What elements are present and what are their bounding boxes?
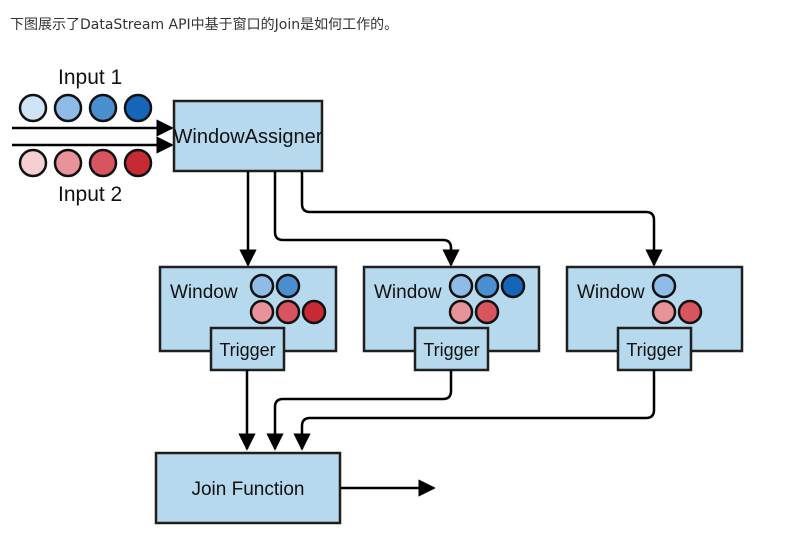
input-2-element-4 bbox=[123, 148, 153, 178]
window-3-red-element-2 bbox=[677, 299, 703, 325]
window-1-label: Window bbox=[170, 282, 238, 303]
window-assigner-label: WindowAssigner bbox=[174, 126, 323, 148]
join-function-label: Join Function bbox=[191, 479, 304, 500]
window-3-trigger-label: Trigger bbox=[626, 340, 682, 360]
input-1-element-2 bbox=[53, 93, 83, 123]
window-1-red-element-3 bbox=[301, 299, 327, 325]
window-3: Window Trigger bbox=[565, 265, 744, 372]
assigner-to-window-3-arrow bbox=[300, 171, 663, 267]
window-1-red-element-1 bbox=[249, 299, 275, 325]
window-1-trigger-label: Trigger bbox=[219, 340, 275, 360]
window-2: Window Trigger bbox=[362, 265, 541, 372]
input-2-stream bbox=[18, 148, 153, 178]
input-2-element-2 bbox=[53, 148, 83, 178]
window-1-blue-element-1 bbox=[249, 273, 275, 299]
window-3-label: Window bbox=[577, 282, 645, 303]
input-1-stream bbox=[18, 93, 153, 123]
input-2-element-1 bbox=[18, 148, 48, 178]
window-2-blue-element-1 bbox=[448, 273, 474, 299]
input-2-element-3 bbox=[88, 148, 118, 178]
window-1-red-element-2 bbox=[275, 299, 301, 325]
input-2-label: Input 2 bbox=[58, 183, 122, 206]
window-3-blue-element-1 bbox=[651, 273, 677, 299]
input-1-element-3 bbox=[88, 93, 118, 123]
trigger-3-to-join-arrow bbox=[293, 370, 656, 451]
window-2-blue-element-3 bbox=[500, 273, 526, 299]
window-join-diagram: Input 1 Input 2 WindowAssigner Window Tr… bbox=[12, 66, 744, 525]
window-2-red-element-2 bbox=[474, 299, 500, 325]
input-1-element-1 bbox=[18, 93, 48, 123]
window-3-red-element-1 bbox=[651, 299, 677, 325]
window-2-red-element-1 bbox=[448, 299, 474, 325]
window-1-blue-element-2 bbox=[275, 273, 301, 299]
window-2-trigger-label: Trigger bbox=[423, 340, 479, 360]
input-1-label: Input 1 bbox=[58, 66, 122, 89]
window-1: Window Trigger bbox=[158, 265, 338, 372]
window-2-blue-element-2 bbox=[474, 273, 500, 299]
input-1-element-4 bbox=[123, 93, 153, 123]
window-2-label: Window bbox=[374, 282, 442, 303]
